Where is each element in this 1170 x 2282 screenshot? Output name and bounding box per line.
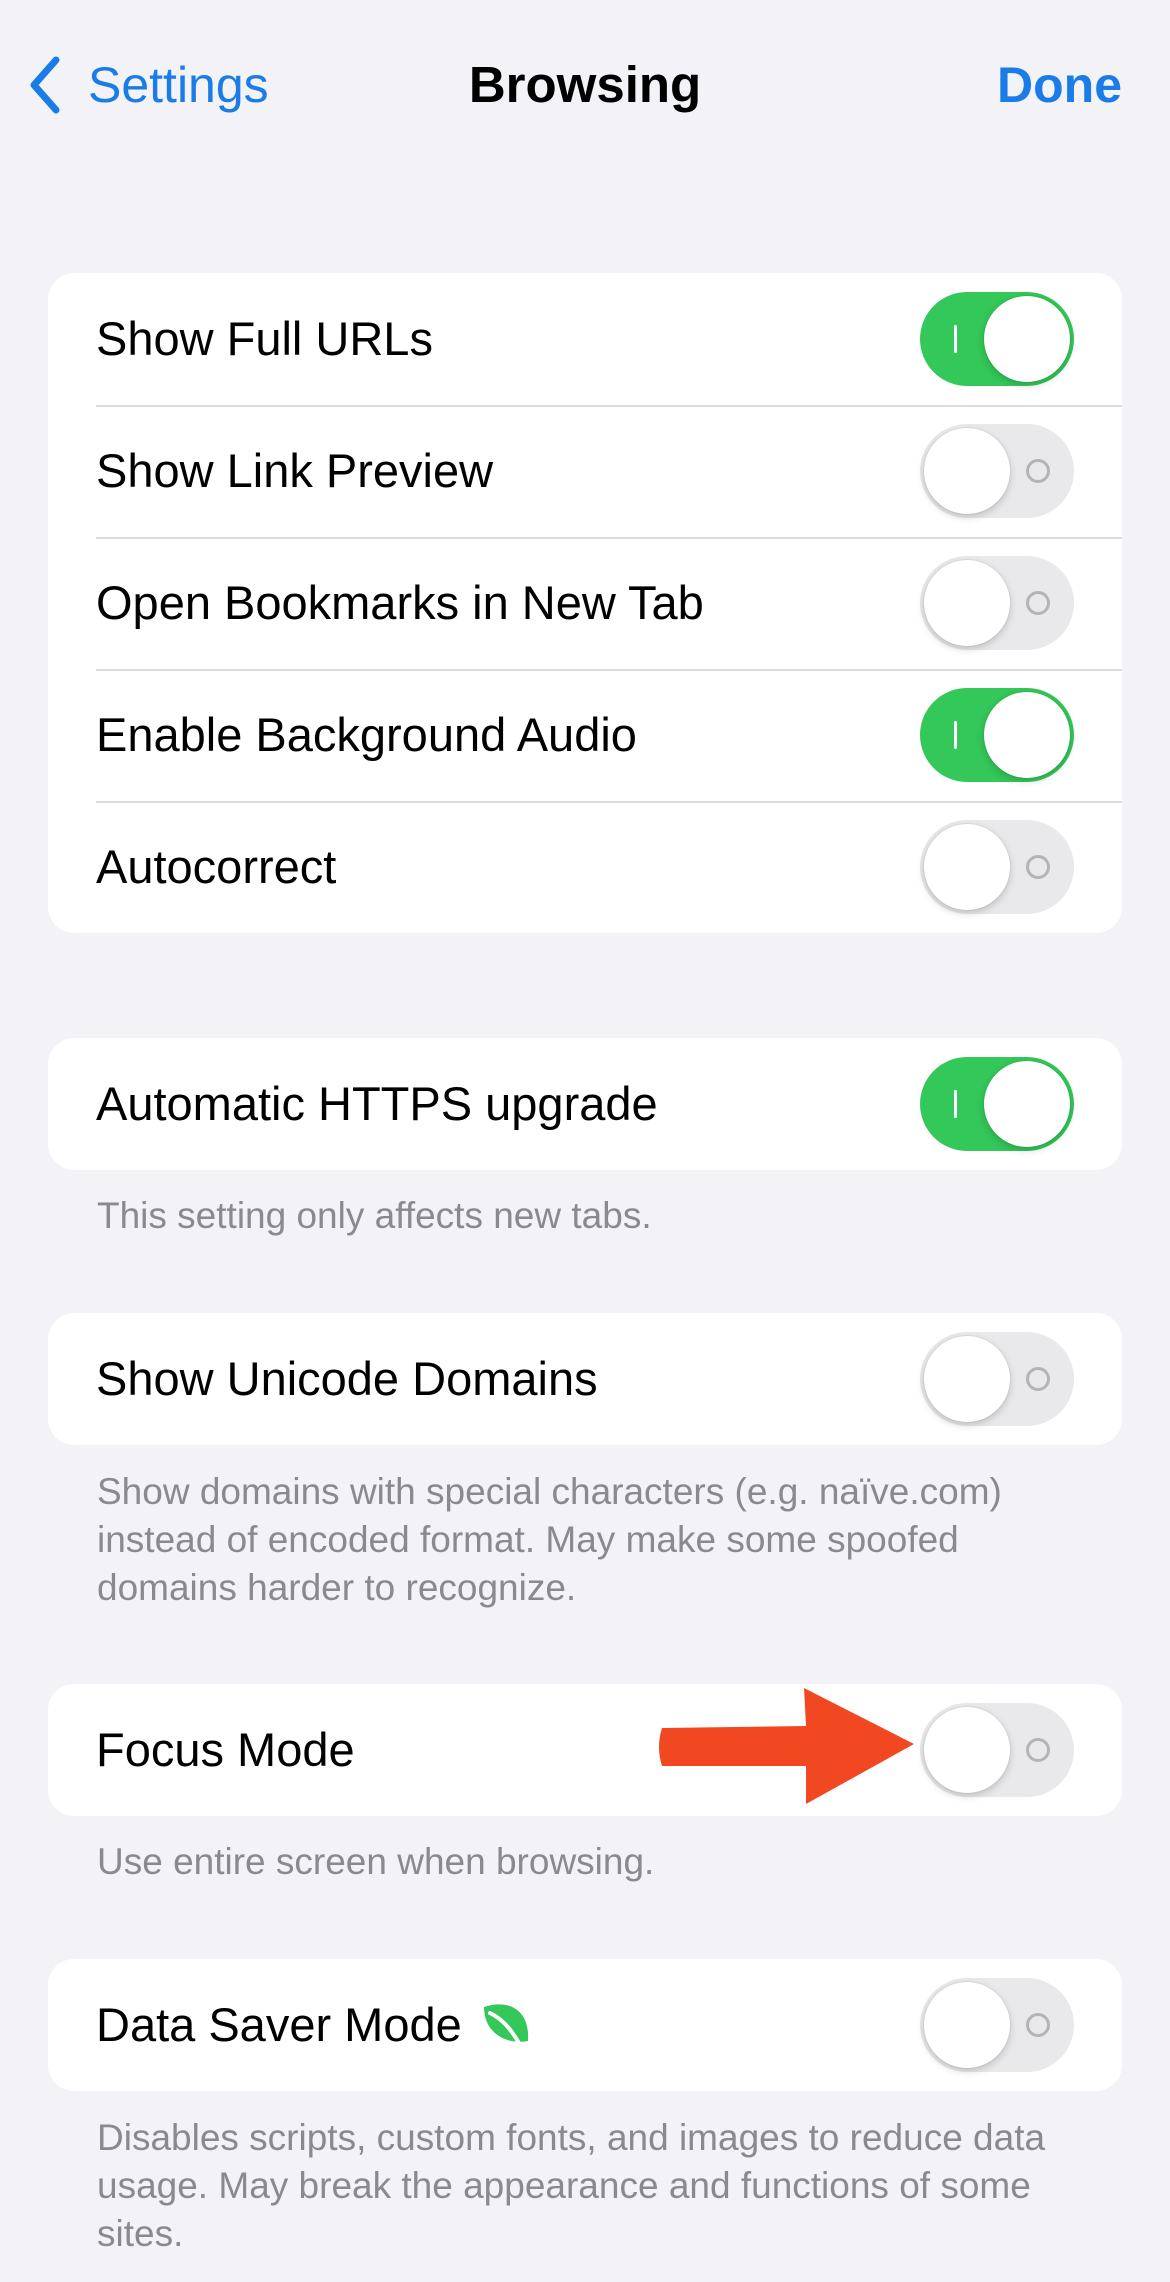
unicode-group: Show Unicode Domains: [48, 1313, 1122, 1445]
page-title: Browsing: [468, 56, 702, 113]
setting-row-show-full-urls: Show Full URLs: [48, 273, 1122, 405]
setting-row-data-saver: Data Saver Mode: [48, 1959, 1122, 2091]
https-group: Automatic HTTPS upgrade: [48, 1038, 1122, 1170]
setting-label: Focus Mode: [96, 1723, 355, 1776]
setting-label-with-icon: Data Saver Mode: [96, 1995, 534, 2055]
open-bookmarks-new-tab-toggle[interactable]: [920, 556, 1074, 650]
unicode-footer: Show domains with special characters (e.…: [97, 1471, 1002, 1608]
setting-label: Autocorrect: [96, 840, 337, 893]
https-footer: This setting only affects new tabs.: [97, 1195, 652, 1236]
setting-label: Data Saver Mode: [96, 1998, 462, 2051]
focus-group: Focus Mode: [48, 1684, 1122, 1816]
data-saver-footer: Disables scripts, custom fonts, and imag…: [97, 2117, 1046, 2254]
setting-label: Show Full URLs: [96, 312, 433, 365]
setting-row-https-upgrade: Automatic HTTPS upgrade: [48, 1038, 1122, 1170]
setting-row-open-bookmarks-new-tab: Open Bookmarks in New Tab: [48, 537, 1122, 669]
data-saver-group: Data Saver Mode: [48, 1959, 1122, 2091]
arrow-annotation-icon: [659, 1688, 914, 1804]
data-saver-toggle[interactable]: [920, 1978, 1074, 2072]
show-full-urls-toggle[interactable]: [920, 292, 1074, 386]
setting-row-focus-mode: Focus Mode: [48, 1684, 1122, 1816]
setting-label: Show Unicode Domains: [96, 1352, 598, 1405]
leaf-icon: [483, 2004, 528, 2051]
unicode-domains-toggle[interactable]: [920, 1332, 1074, 1426]
setting-label: Enable Background Audio: [96, 708, 637, 761]
focus-mode-toggle[interactable]: [920, 1703, 1074, 1797]
setting-label: Show Link Preview: [96, 444, 494, 497]
setting-row-show-link-preview: Show Link Preview: [48, 405, 1122, 537]
setting-label: Automatic HTTPS upgrade: [96, 1077, 658, 1130]
setting-row-background-audio: Enable Background Audio: [48, 669, 1122, 801]
autocorrect-toggle[interactable]: [920, 820, 1074, 914]
https-upgrade-toggle[interactable]: [920, 1057, 1074, 1151]
setting-row-autocorrect: Autocorrect: [48, 801, 1122, 933]
general-settings-group: Show Full URLs Show Link Preview Open Bo…: [48, 273, 1122, 933]
done-button[interactable]: Done: [997, 52, 1122, 118]
background-audio-toggle[interactable]: [920, 688, 1074, 782]
setting-row-unicode-domains: Show Unicode Domains: [48, 1313, 1122, 1445]
navigation-bar: Settings Browsing Done: [0, 0, 1170, 170]
setting-label: Open Bookmarks in New Tab: [96, 576, 704, 629]
focus-footer: Use entire screen when browsing.: [97, 1841, 655, 1882]
show-link-preview-toggle[interactable]: [920, 424, 1074, 518]
